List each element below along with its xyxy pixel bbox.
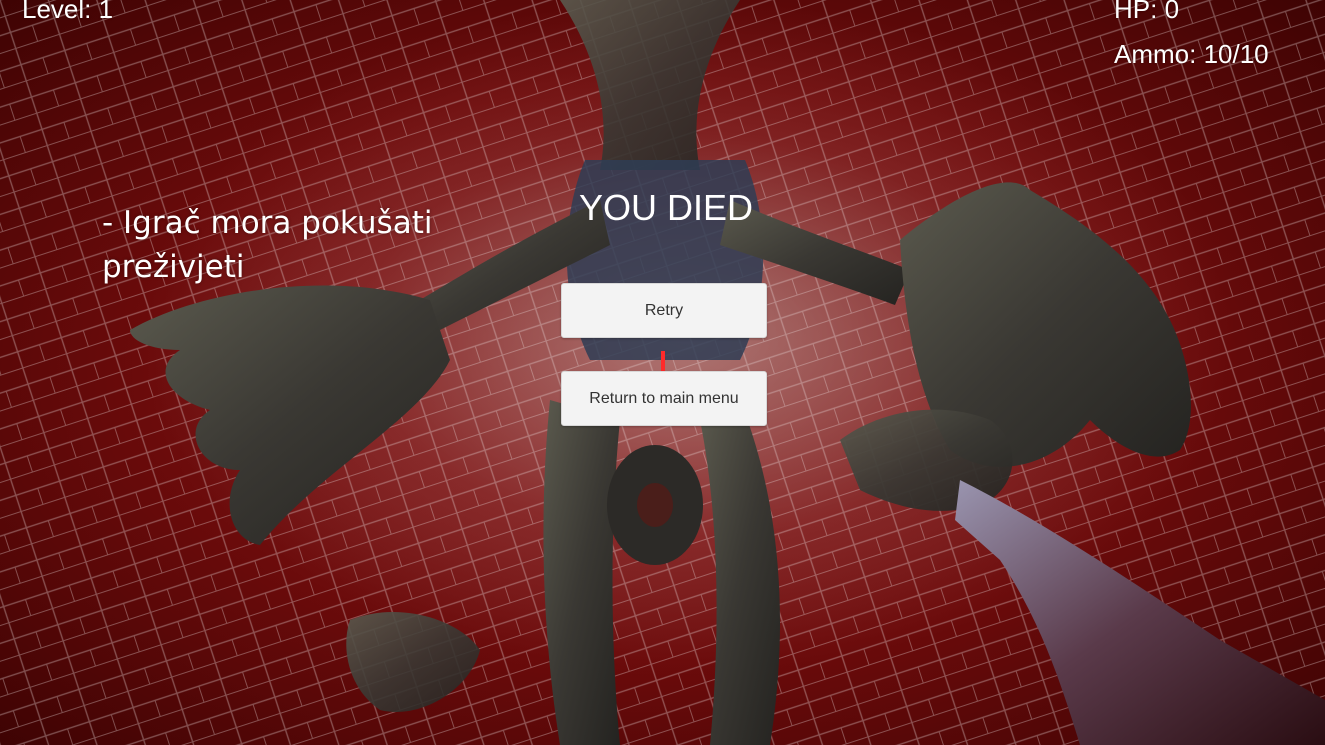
retry-button[interactable]: Retry xyxy=(561,283,767,338)
hp-indicator: HP: 0 xyxy=(1114,0,1180,24)
caption-line-1: - Igrač mora pokušati xyxy=(102,205,433,241)
level-indicator: Level: 1 xyxy=(22,0,114,24)
game-scene: Level: 1 HP: 0 Ammo: 10/10 - Igrač mora … xyxy=(0,0,1325,745)
you-died-title: YOU DIED xyxy=(579,187,754,228)
overlay-caption: - Igrač mora pokušati preživjeti xyxy=(102,201,482,289)
ammo-counter: Ammo: 10/10 xyxy=(1114,39,1269,69)
crosshair-icon xyxy=(661,351,665,373)
caption-line-2: preživjeti xyxy=(102,249,245,285)
rifle-icon xyxy=(955,480,1325,745)
return-to-main-menu-button[interactable]: Return to main menu xyxy=(561,371,767,426)
